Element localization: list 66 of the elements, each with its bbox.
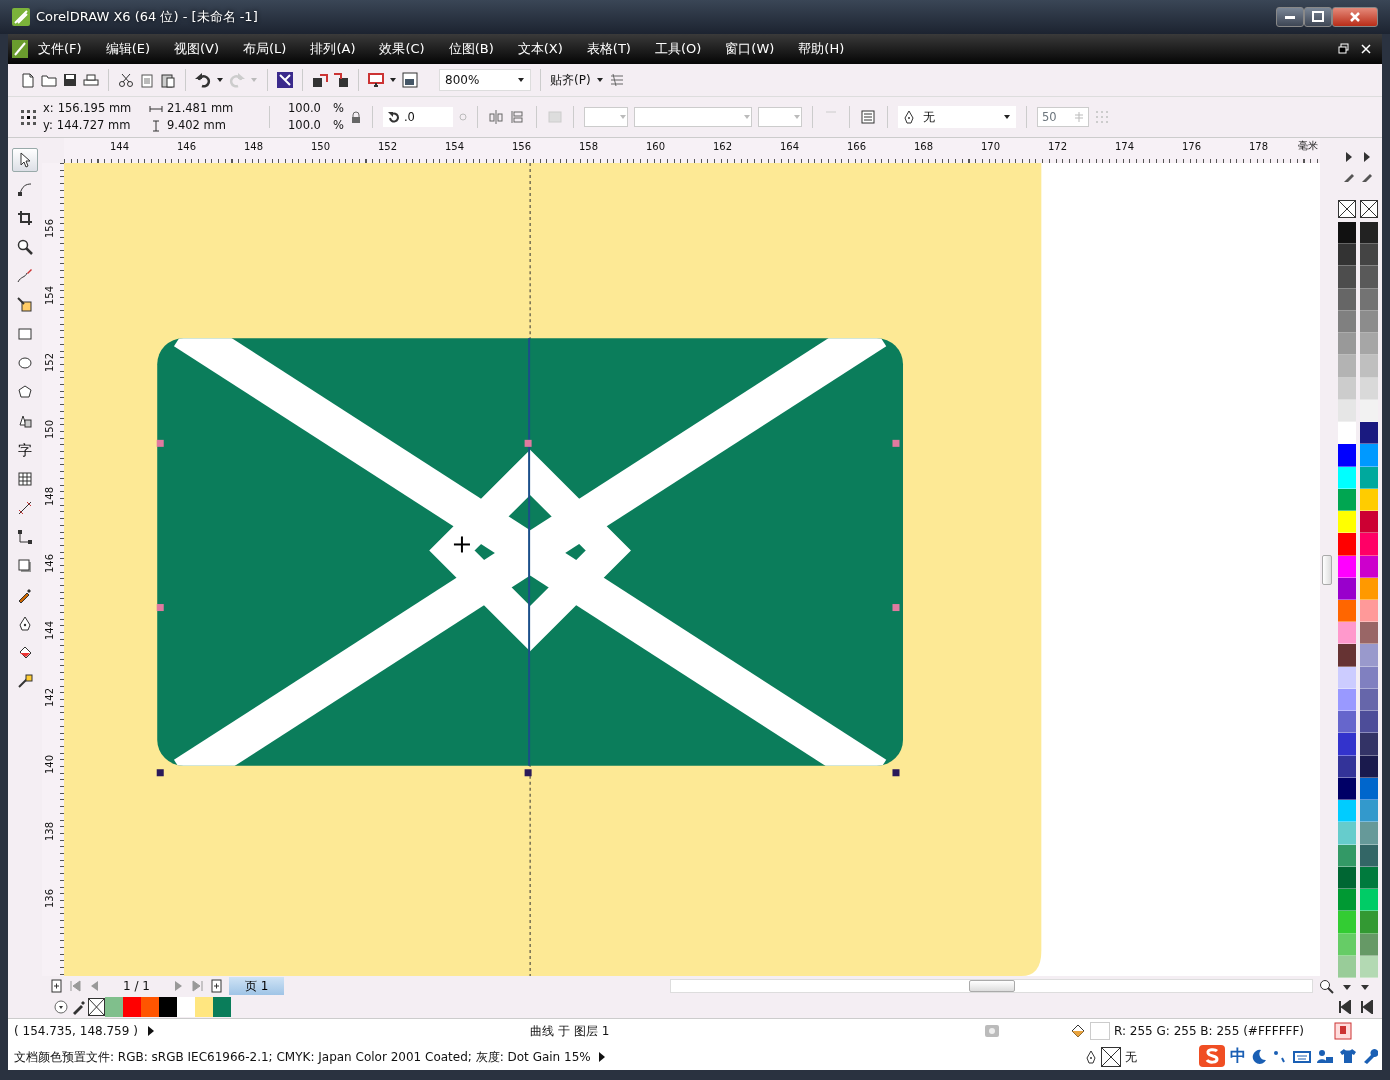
- fill-color-info: R: 255 G: 255 B: 255 (#FFFFFF): [1113, 1023, 1304, 1040]
- ruler-label: 146: [177, 141, 197, 152]
- scale-y-field[interactable]: 100.0: [280, 117, 329, 134]
- nudge-field[interactable]: 50: [1036, 107, 1089, 127]
- menu-item[interactable]: 文本(X): [507, 39, 573, 59]
- menu-item[interactable]: 效果(C): [369, 39, 435, 59]
- ruler-label: 146: [44, 553, 56, 574]
- ruler-label: 154: [44, 285, 56, 306]
- field-label: x:: [43, 100, 54, 117]
- scale-x-field[interactable]: 100.0: [280, 100, 329, 117]
- ruler-label: 144: [44, 620, 56, 641]
- outline-info: 无: [1125, 1048, 1137, 1066]
- ruler-label: 168: [914, 141, 934, 152]
- ruler-label: 144: [110, 141, 130, 152]
- ruler-label: 150: [44, 419, 56, 440]
- outline-width-dropdown[interactable]: 无: [897, 106, 1016, 128]
- ruler-label: 174: [1115, 141, 1135, 152]
- ruler-label: 178: [1249, 141, 1269, 152]
- zoom-dropdown[interactable]: 800%: [439, 69, 531, 91]
- ruler-label: 160: [646, 141, 666, 152]
- ruler-label: 156: [512, 141, 532, 152]
- cursor-coordinates: ( 154.735, 148.759 ): [14, 1023, 138, 1040]
- ruler-label: 156: [44, 218, 56, 239]
- ruler-label: 158: [579, 141, 599, 152]
- field-label: y:: [43, 117, 53, 134]
- ruler-label: 154: [445, 141, 465, 152]
- ruler-label: 166: [847, 141, 867, 152]
- ruler-label: 152: [44, 352, 56, 373]
- menu-item[interactable]: 排列(A): [300, 39, 366, 59]
- x-position-field[interactable]: 156.195 mm: [57, 100, 132, 117]
- rotation-field[interactable]: .0: [382, 107, 453, 127]
- menu-item[interactable]: 工具(O): [644, 39, 712, 59]
- ruler-label: 142: [44, 687, 56, 708]
- ruler-label: 140: [44, 754, 56, 775]
- ruler-label: 136: [44, 888, 56, 909]
- ruler-label: 172: [1048, 141, 1068, 152]
- ruler-label: 170: [981, 141, 1001, 152]
- snap-menu-button[interactable]: 贴齐(P): [550, 71, 591, 89]
- menu-item[interactable]: 视图(V): [164, 39, 230, 59]
- ruler-label: 164: [780, 141, 800, 152]
- page-counter: 1 / 1: [122, 978, 151, 995]
- color-profile-info: 文档颜色预置文件: RGB: sRGB IEC61966-2.1; CMYK: Japan Color 2001 Coated; 灰度: Dot Gain 15%: [14, 1048, 591, 1066]
- width-field[interactable]: 21.481 mm: [167, 100, 234, 117]
- ruler-label: 148: [44, 486, 56, 507]
- percent-sign: %: [332, 117, 344, 134]
- menu-item[interactable]: 文件(F): [28, 39, 92, 59]
- object-info: 曲线 于 图层 1: [530, 1023, 610, 1040]
- ruler-label: 176: [1182, 141, 1202, 152]
- menu-item[interactable]: 布局(L): [233, 39, 297, 59]
- y-position-field[interactable]: 144.727 mm: [56, 117, 131, 134]
- tool-button[interactable]: 字: [12, 438, 38, 462]
- ruler-label: 162: [713, 141, 733, 152]
- page-tab[interactable]: 页 1: [228, 977, 285, 995]
- ruler-unit: 毫米: [1298, 140, 1318, 151]
- ruler-label: 152: [378, 141, 398, 152]
- menu-item[interactable]: 表格(T): [576, 39, 641, 59]
- ruler-label: 148: [244, 141, 264, 152]
- window-title: CorelDRAW X6 (64 位) - [未命名 -1]: [36, 8, 258, 27]
- menu-item[interactable]: 位图(B): [438, 39, 504, 59]
- menu-item[interactable]: 窗口(W): [715, 39, 785, 59]
- menu-item[interactable]: 编辑(E): [95, 39, 160, 59]
- ruler-label: 138: [44, 821, 56, 842]
- height-field[interactable]: 9.402 mm: [167, 117, 226, 134]
- menu-item[interactable]: 帮助(H): [788, 39, 855, 59]
- ruler-label: 150: [311, 141, 331, 152]
- percent-sign: %: [332, 100, 344, 117]
